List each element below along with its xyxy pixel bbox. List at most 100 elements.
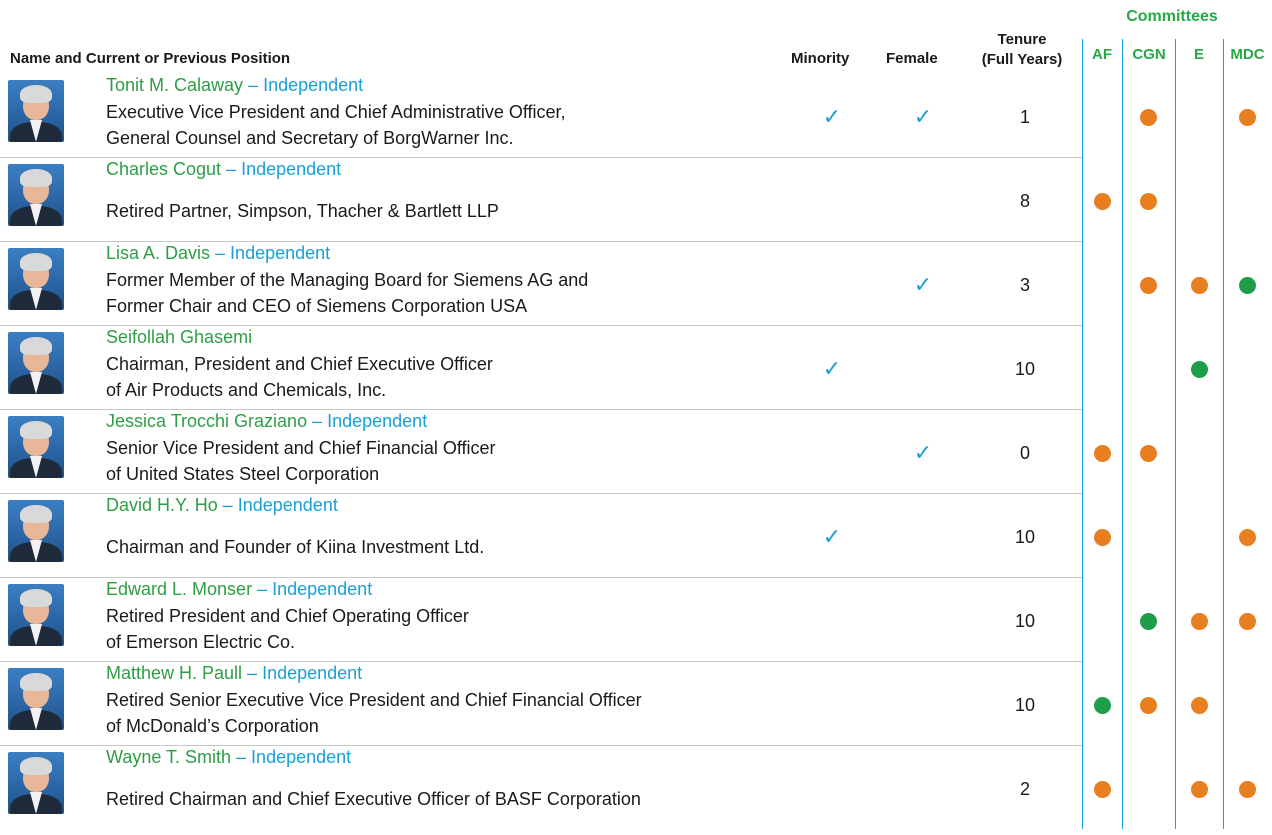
committee-af-member-dot-icon: [1093, 781, 1111, 798]
independent-label: – Independent: [210, 243, 331, 263]
director-position: Former Member of the Managing Board for …: [106, 267, 588, 319]
director-photo: [8, 416, 64, 478]
director-photo: [8, 80, 64, 142]
director-position: Chairman and Founder of Kiina Investment…: [106, 534, 484, 560]
director-row: Matthew H. Paull – Independent Retired Se…: [0, 662, 1272, 748]
committee-cgn-member-dot-icon: [1139, 193, 1157, 210]
independent-label: – Independent: [307, 411, 428, 431]
director-position: Retired Partner, Simpson, Thacher & Bart…: [106, 198, 499, 224]
position-line: Former Chair and CEO of Siemens Corporat…: [106, 296, 528, 316]
header-tenure: Tenure (Full Years): [967, 30, 1077, 70]
photo-hair: [20, 589, 52, 607]
position-line: Retired Senior Executive Vice President …: [106, 690, 642, 710]
committee-e-member-dot-icon: [1190, 277, 1208, 294]
position-line: Chairman, President and Chief Executive …: [106, 354, 493, 374]
independent-label: – Independent: [221, 159, 342, 179]
committee-e-chair-dot-icon: [1190, 361, 1208, 378]
position-line: General Counsel and Secretary of BorgWar…: [106, 128, 514, 148]
director-photo: [8, 752, 64, 814]
director-name: Charles Cogut: [106, 159, 222, 179]
director-name-line: Jessica Trocchi Graziano – Independent: [106, 411, 427, 432]
director-name: Lisa A. Davis: [106, 243, 211, 263]
director-row: Charles Cogut – Independent Retired Partn…: [0, 158, 1272, 244]
director-position: Executive Vice President and Chief Admin…: [106, 99, 566, 151]
committee-cgn-member-dot-icon: [1139, 277, 1157, 294]
committee-mdc-member-dot-icon: [1238, 529, 1256, 546]
female-check-icon: ✓: [913, 104, 933, 129]
female-check-icon: ✓: [913, 272, 933, 297]
director-photo: [8, 500, 64, 562]
photo-hair: [20, 421, 52, 439]
director-name: Seifollah Ghasemi: [106, 327, 253, 347]
position-line: Retired Chairman and Chief Executive Off…: [106, 789, 641, 809]
committee-cgn-member-dot-icon: [1139, 445, 1157, 462]
director-name: David H.Y. Ho: [106, 495, 218, 515]
committee-header-af: AF: [1092, 46, 1112, 63]
independent-label: – Independent: [217, 495, 338, 515]
minority-check-icon: ✓: [822, 104, 842, 129]
director-position: Chairman, President and Chief Executive …: [106, 351, 493, 403]
director-name-line: Charles Cogut – Independent: [106, 159, 341, 180]
director-name: Edward L. Monser: [106, 579, 253, 599]
director-name-line: Tonit M. Calaway – Independent: [106, 75, 363, 96]
tenure-value: 3: [1019, 275, 1030, 295]
position-line: Chairman and Founder of Kiina Investment…: [106, 537, 485, 557]
director-photo: [8, 248, 64, 310]
director-name-line: David H.Y. Ho – Independent: [106, 495, 338, 516]
female-check-icon: ✓: [913, 440, 933, 465]
tenure-value: 2: [1019, 779, 1030, 799]
photo-hair: [20, 85, 52, 103]
director-row: Edward L. Monser – Independent Retired Pr…: [0, 578, 1272, 664]
director-photo: [8, 584, 64, 646]
director-row: David H.Y. Ho – Independent Chairman and …: [0, 494, 1272, 580]
tenure-value: 10: [1014, 359, 1036, 379]
director-row: Wayne T. Smith – Independent Retired Chai…: [0, 746, 1272, 832]
director-name-line: Wayne T. Smith – Independent: [106, 747, 351, 768]
position-line: of Air Products and Chemicals, Inc.: [106, 380, 387, 400]
director-name-line: Edward L. Monser – Independent: [106, 579, 372, 600]
photo-hair: [20, 505, 52, 523]
committee-mdc-member-dot-icon: [1238, 613, 1256, 630]
minority-check-icon: ✓: [822, 524, 842, 549]
position-line: Former Member of the Managing Board for …: [106, 270, 589, 290]
committee-e-member-dot-icon: [1190, 697, 1208, 714]
photo-hair: [20, 169, 52, 187]
independent-label: – Independent: [252, 579, 373, 599]
director-position: Retired Senior Executive Vice President …: [106, 687, 642, 739]
position-line: of United States Steel Corporation: [106, 464, 380, 484]
position-line: of McDonald’s Corporation: [106, 716, 319, 736]
director-row: Tonit M. Calaway – Independent Executive …: [0, 74, 1272, 160]
header-female: Female: [886, 50, 938, 67]
director-name: Matthew H. Paull: [106, 663, 243, 683]
position-line: Senior Vice President and Chief Financia…: [106, 438, 496, 458]
committee-mdc-member-dot-icon: [1238, 109, 1256, 126]
independent-label: – Independent: [242, 663, 363, 683]
director-photo: [8, 332, 64, 394]
director-row: Seifollah Ghasemi Chairman, President and…: [0, 326, 1272, 412]
director-photo: [8, 668, 64, 730]
independent-label: – Independent: [243, 75, 364, 95]
position-line: of Emerson Electric Co.: [106, 632, 296, 652]
committee-af-chair-dot-icon: [1093, 697, 1111, 714]
tenure-value: 10: [1014, 695, 1036, 715]
committee-af-member-dot-icon: [1093, 193, 1111, 210]
tenure-value: 10: [1014, 611, 1036, 631]
committee-cgn-chair-dot-icon: [1139, 613, 1157, 630]
photo-hair: [20, 673, 52, 691]
committee-e-member-dot-icon: [1190, 613, 1208, 630]
committee-cgn-member-dot-icon: [1139, 109, 1157, 126]
director-name: Jessica Trocchi Graziano: [106, 411, 308, 431]
committee-mdc-chair-dot-icon: [1238, 277, 1256, 294]
tenure-value: 1: [1019, 107, 1030, 127]
director-photo: [8, 164, 64, 226]
independent-label: – Independent: [231, 747, 352, 767]
header-tenure-line2: (Full Years): [981, 51, 1063, 68]
committee-header-e: E: [1193, 46, 1204, 63]
committee-e-member-dot-icon: [1190, 781, 1208, 798]
photo-hair: [20, 337, 52, 355]
committee-mdc-member-dot-icon: [1238, 781, 1256, 798]
director-row: Jessica Trocchi Graziano – Independent Se…: [0, 410, 1272, 496]
director-name: Tonit M. Calaway: [106, 75, 244, 95]
header-name-position: Name and Current or Previous Position: [10, 50, 291, 67]
director-position: Senior Vice President and Chief Financia…: [106, 435, 496, 487]
